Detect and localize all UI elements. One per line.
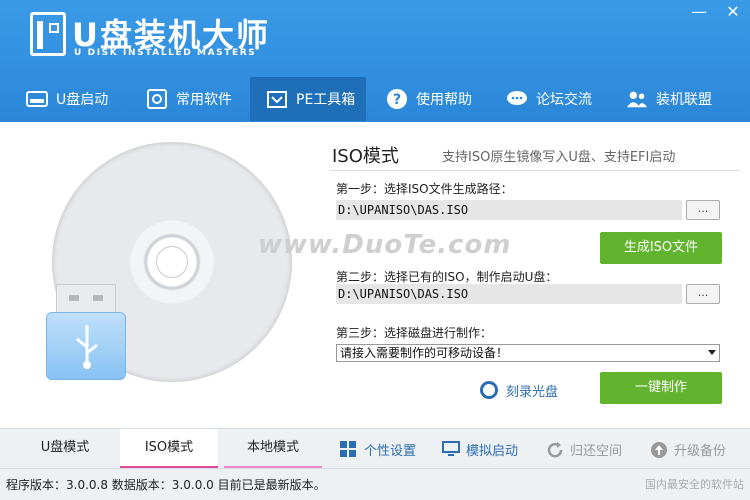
one-click-make-button[interactable]: 一键制作 xyxy=(600,372,722,404)
users-icon xyxy=(626,88,648,110)
nav-alliance[interactable]: 装机联盟 xyxy=(626,77,712,121)
version-status: 程序版本：3.0.0.8 数据版本：3.0.0.0 目前已是最新版本。 xyxy=(6,478,326,492)
iso-mode-description: 支持ISO原生镜像写入U盘、支持EFI启动 xyxy=(442,150,676,165)
simulate-boot-label: 模拟启动 xyxy=(466,443,519,459)
site-slogan: 国内最安全的软件站 xyxy=(645,478,744,491)
upgrade-backup-label: 升级备份 xyxy=(674,443,727,459)
nav-label: U盘启动 xyxy=(56,92,109,108)
step2-path-field[interactable]: D:\UPANISO\DAS.ISO xyxy=(336,284,682,304)
chat-icon xyxy=(506,88,528,110)
help-icon: ? xyxy=(386,88,408,110)
nav-forum[interactable]: 论坛交流 xyxy=(506,77,592,121)
simulate-boot-button[interactable]: 模拟启动 xyxy=(442,429,518,469)
burn-disc-button[interactable]: 刻录光盘 xyxy=(480,378,558,402)
nav-label: 装机联盟 xyxy=(656,92,712,108)
minimize-button[interactable]: — xyxy=(682,0,716,26)
disc-burn-icon xyxy=(480,381,498,399)
tab-usb-mode[interactable]: U盘模式 xyxy=(16,429,114,469)
step3-label: 第三步：选择磁盘进行制作： xyxy=(336,326,493,340)
svg-text:?: ? xyxy=(393,92,401,108)
nav-common-software[interactable]: 常用软件 xyxy=(146,77,232,121)
title-bar: U盘装机大师 U DISK INSTALLED MASTERS — ✕ U盘启动… xyxy=(0,0,750,122)
app-logo-icon xyxy=(30,12,66,56)
step2-browse-button[interactable]: ... xyxy=(686,284,720,304)
upload-icon xyxy=(650,441,667,458)
chevron-down-icon xyxy=(708,350,716,355)
usb-drive-icon xyxy=(26,88,48,110)
nav-label: 常用软件 xyxy=(176,92,232,108)
burn-disc-label: 刻录光盘 xyxy=(506,384,559,400)
main-nav: U盘启动 常用软件 PE工具箱 ? 使用帮助 论坛交流 装机联盟 xyxy=(0,77,750,121)
watermark: www.DuoTe.com xyxy=(258,230,512,260)
nav-label: 使用帮助 xyxy=(416,92,472,108)
generate-iso-button[interactable]: 生成ISO文件 xyxy=(600,232,722,264)
nav-label: PE工具箱 xyxy=(296,92,356,108)
device-select[interactable]: 请接入需要制作的可移动设备！ xyxy=(336,344,720,362)
nav-pe-toolbox[interactable]: PE工具箱 xyxy=(250,77,366,121)
grid-icon xyxy=(340,441,356,457)
step1-browse-button[interactable]: ... xyxy=(686,200,720,220)
status-bar: 程序版本：3.0.0.8 数据版本：3.0.0.0 目前已是最新版本。 国内最安… xyxy=(0,468,750,500)
refresh-icon xyxy=(546,441,563,458)
upgrade-backup-button[interactable]: 升级备份 xyxy=(650,429,726,469)
nav-label: 论坛交流 xyxy=(536,92,592,108)
usb-stick-icon xyxy=(46,284,126,380)
step2-label: 第二步：选择已有的ISO，制作启动U盘： xyxy=(336,270,558,284)
step1-label: 第一步：选择ISO文件生成路径： xyxy=(336,182,513,196)
restore-space-label: 归还空间 xyxy=(570,443,623,459)
close-button[interactable]: ✕ xyxy=(716,0,750,26)
gear-icon xyxy=(146,88,168,110)
tab-iso-mode[interactable]: ISO模式 xyxy=(120,429,218,469)
step1-path-field[interactable]: D:\UPANISO\DAS.ISO xyxy=(336,200,682,220)
tab-local-mode[interactable]: 本地模式 xyxy=(224,429,322,469)
restore-space-button[interactable]: 归还空间 xyxy=(546,429,622,469)
toolbox-icon xyxy=(266,88,288,110)
app-subtitle: U DISK INSTALLED MASTERS xyxy=(74,48,257,58)
monitor-icon xyxy=(442,441,460,457)
main-panel: www.DuoTe.com ISO模式 支持ISO原生镜像写入U盘、支持EFI启… xyxy=(0,122,750,428)
bottom-tab-bar: U盘模式 ISO模式 本地模式 个性设置 模拟启动 归还空间 升级备份 xyxy=(0,428,750,469)
nav-usb-boot[interactable]: U盘启动 xyxy=(26,77,108,121)
divider xyxy=(330,170,740,171)
nav-help[interactable]: ? 使用帮助 xyxy=(386,77,472,121)
personalize-label: 个性设置 xyxy=(364,443,417,459)
iso-mode-title: ISO模式 xyxy=(332,146,399,167)
device-select-value: 请接入需要制作的可移动设备！ xyxy=(340,346,509,360)
personalize-button[interactable]: 个性设置 xyxy=(340,429,416,469)
